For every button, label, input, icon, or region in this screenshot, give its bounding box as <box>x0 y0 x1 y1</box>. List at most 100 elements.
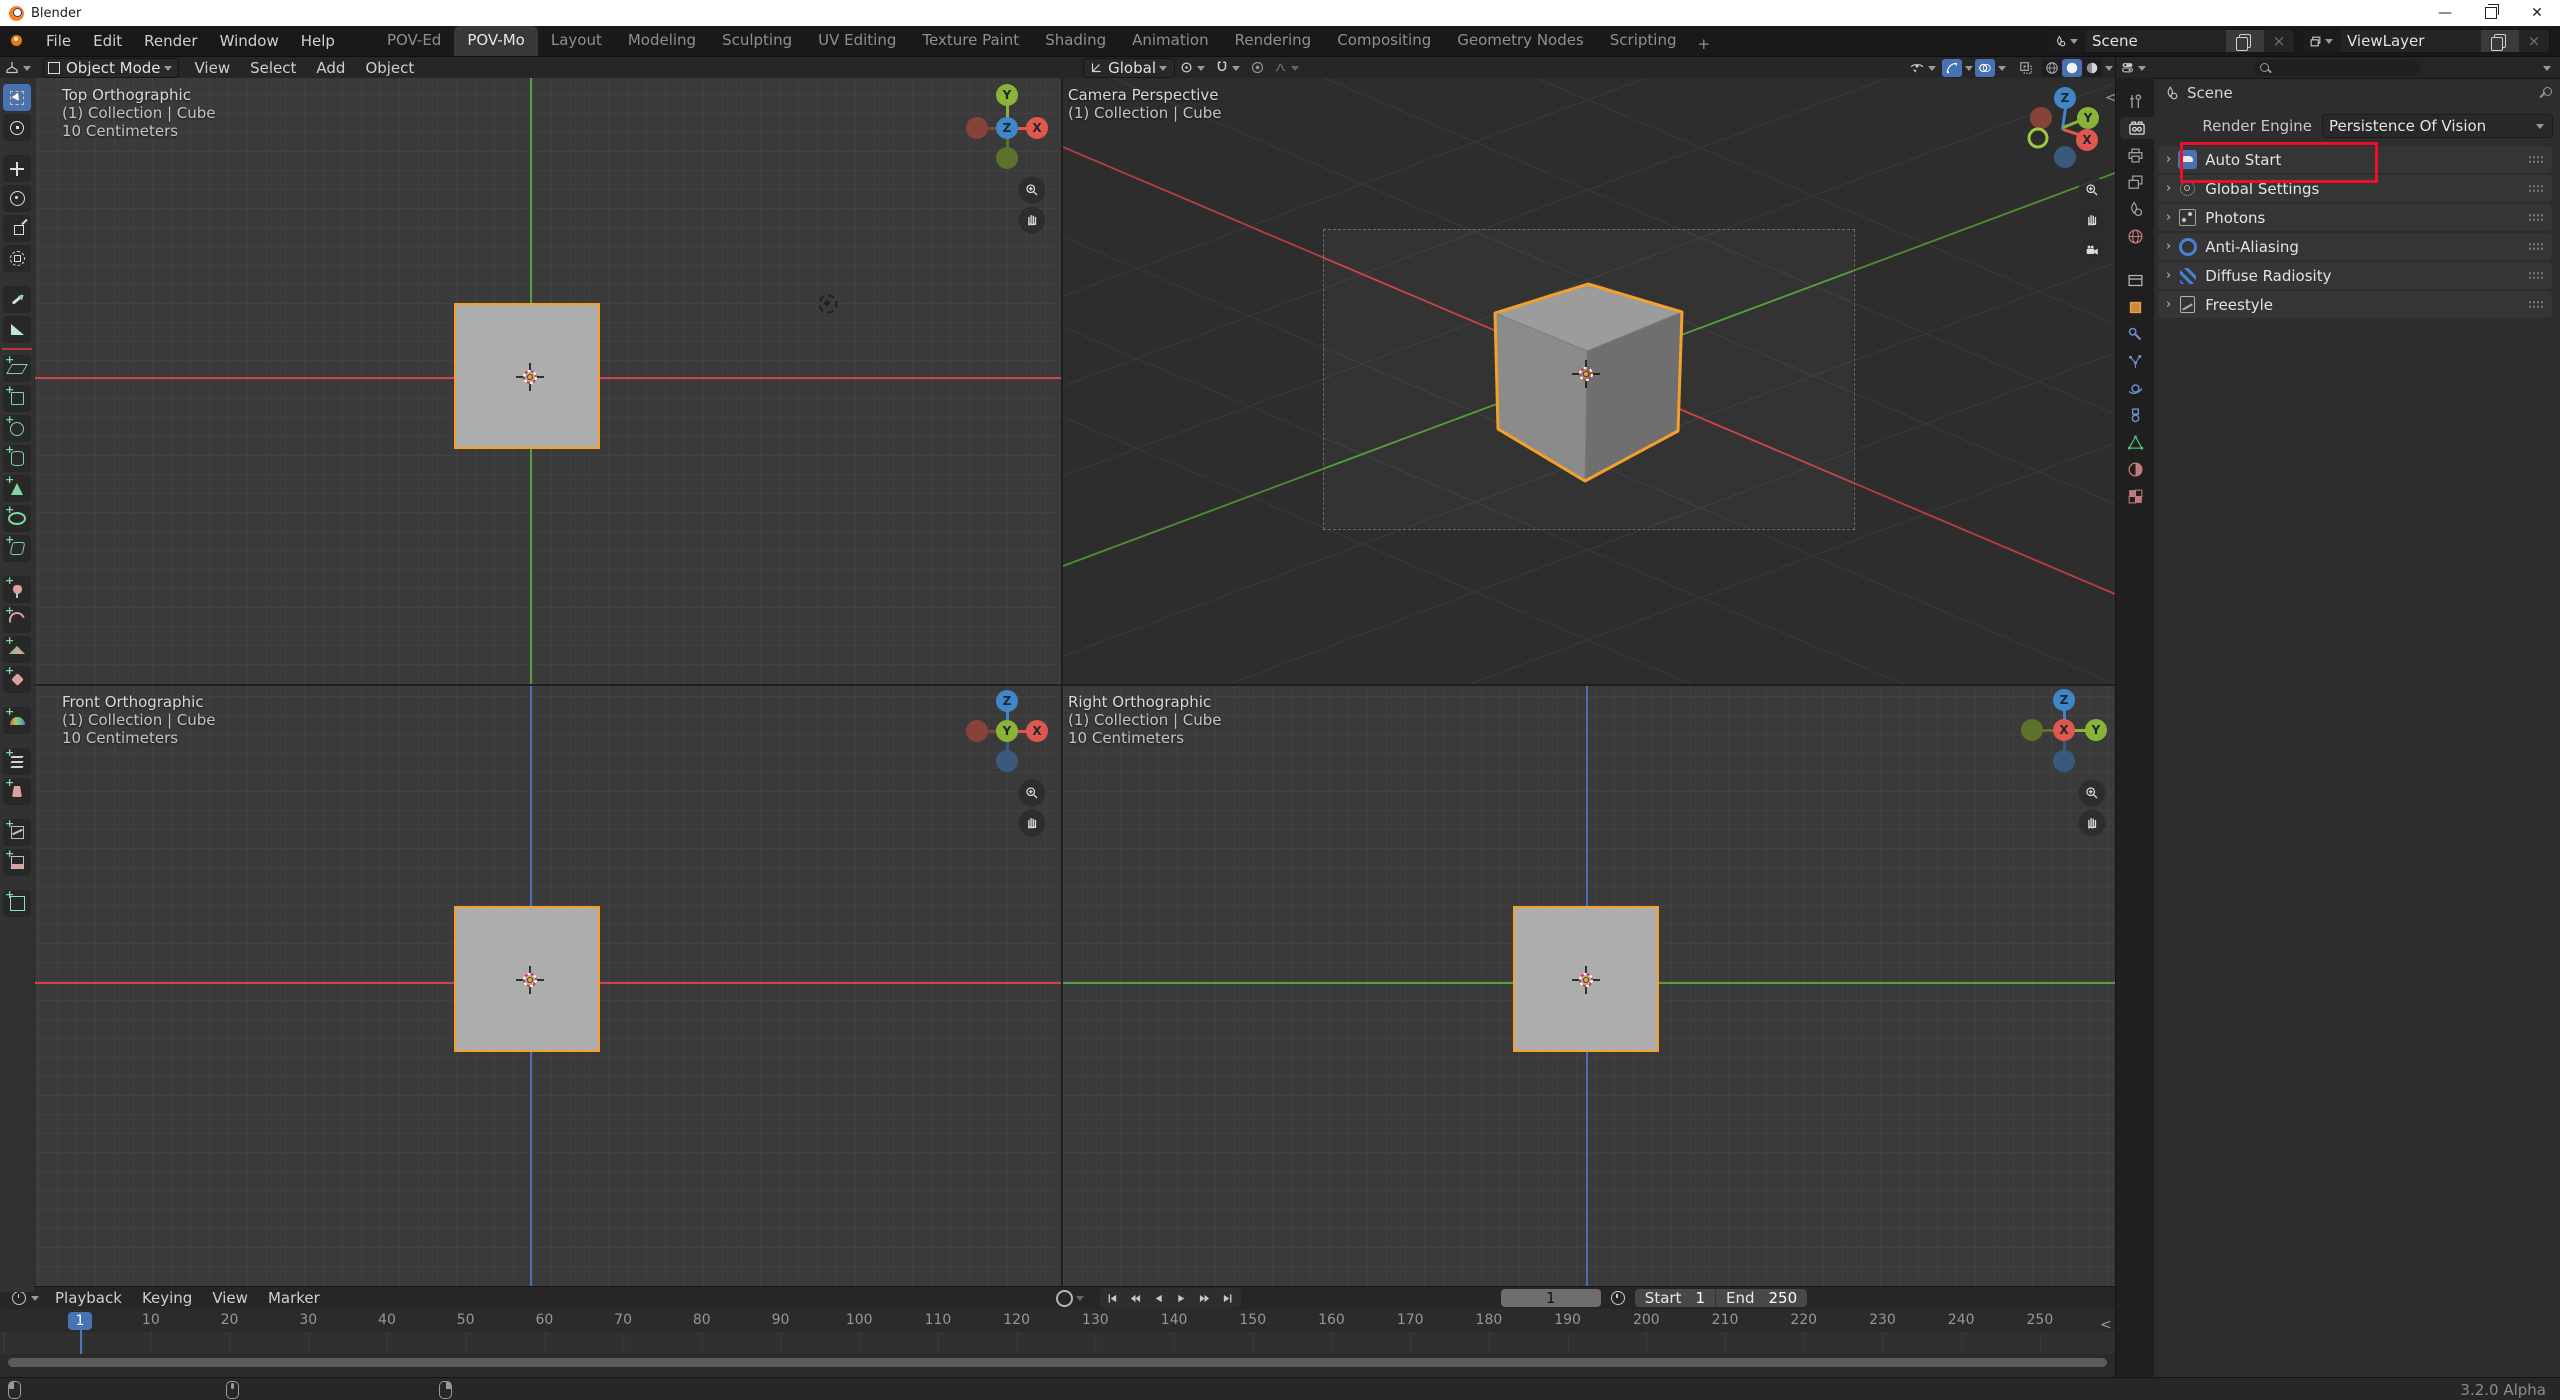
show-hide-button[interactable] <box>1905 57 1942 78</box>
add-workspace-button[interactable]: + <box>1689 30 1720 53</box>
overlays-toggle[interactable] <box>1975 59 1995 77</box>
camera-view-button[interactable] <box>2079 237 2106 264</box>
tool-add-blob[interactable] <box>3 576 31 603</box>
tab-constraints[interactable] <box>2120 404 2150 426</box>
tool-transform[interactable] <box>3 245 31 272</box>
expand-chevron-icon[interactable]: › <box>2166 181 2171 196</box>
tab-material[interactable] <box>2120 458 2150 480</box>
workspace-tab[interactable]: Rendering <box>1222 26 1325 56</box>
expand-chevron-icon[interactable]: › <box>2166 210 2171 225</box>
auto-keying-toggle[interactable] <box>1056 1290 1073 1307</box>
scene-selector[interactable]: Scene × <box>2047 29 2295 53</box>
workspace-tab[interactable]: POV-Mo <box>454 26 538 56</box>
xray-toggle[interactable] <box>2016 59 2036 77</box>
workspace-tab[interactable]: Animation <box>1119 26 1221 56</box>
tool-add-cube[interactable] <box>3 385 31 412</box>
tab-collection[interactable] <box>2120 269 2150 291</box>
pan-button[interactable] <box>2079 207 2106 234</box>
viewport-menu-item[interactable]: View <box>185 59 241 77</box>
pin-icon[interactable] <box>2537 86 2551 100</box>
menu-item[interactable]: Help <box>290 32 346 50</box>
tool-add-liquid[interactable] <box>3 849 31 876</box>
tab-particles[interactable] <box>2120 350 2150 372</box>
tab-scene[interactable] <box>2120 198 2150 220</box>
breadcrumb-label[interactable]: Scene <box>2187 84 2233 102</box>
viewport-vertical-divider[interactable] <box>1061 78 1063 1286</box>
workspace-tab[interactable]: Compositing <box>1324 26 1444 56</box>
tool-add-plane[interactable] <box>3 355 31 382</box>
tool-add-spring[interactable] <box>3 748 31 775</box>
gizmo-minus-x-axis[interactable] <box>2030 107 2052 129</box>
jump-to-start-button[interactable] <box>1102 1289 1124 1307</box>
playhead[interactable] <box>80 1327 82 1354</box>
gizmo-y-axis[interactable]: Y <box>2085 719 2107 741</box>
expand-chevron-icon[interactable]: › <box>2166 297 2171 312</box>
tool-add-rounded-box[interactable] <box>3 535 31 562</box>
tool-add-terrain[interactable] <box>3 636 31 663</box>
new-viewlayer-button[interactable] <box>2481 30 2519 52</box>
drag-handle-icon[interactable] <box>2528 184 2544 193</box>
pan-button[interactable] <box>1019 207 1046 234</box>
viewport-camera[interactable]: Camera Perspective (1) Collection | Cube… <box>1063 78 2115 684</box>
editor-type-button[interactable] <box>0 57 37 78</box>
menu-item[interactable]: Render <box>133 32 208 50</box>
minimize-button[interactable]: — <box>2422 0 2468 26</box>
zoom-button[interactable] <box>1019 780 1046 807</box>
gizmo-z-axis[interactable]: Z <box>2054 87 2076 109</box>
maximize-button[interactable] <box>2468 0 2514 26</box>
tab-output[interactable] <box>2120 144 2150 166</box>
timeline-ruler[interactable]: 1102030405060708090100110120130140150160… <box>0 1309 2115 1333</box>
tool-add-torus[interactable] <box>3 505 31 532</box>
menu-item[interactable]: Window <box>209 32 290 50</box>
jump-to-end-button[interactable] <box>1217 1289 1239 1307</box>
drag-handle-icon[interactable] <box>2528 213 2544 222</box>
tool-annotate[interactable] <box>3 286 31 313</box>
tool-cursor[interactable] <box>3 114 31 141</box>
gizmo-minus-x-axis[interactable] <box>966 117 988 139</box>
next-keyframe-button[interactable] <box>1194 1289 1216 1307</box>
remove-scene-button[interactable]: × <box>2264 30 2294 52</box>
viewport-menu-item[interactable]: Object <box>355 59 424 77</box>
gizmo-minus-z-axis[interactable] <box>2054 146 2076 168</box>
timeline-track[interactable] <box>0 1332 2115 1354</box>
gizmo-minus-z-axis[interactable] <box>2053 750 2075 772</box>
panel-global-settings[interactable]: › Global Settings <box>2158 175 2552 202</box>
zoom-button[interactable] <box>2079 177 2106 204</box>
viewport-top[interactable]: Top Orthographic (1) Collection | Cube 1… <box>0 78 1061 684</box>
gizmo-minus-y-axis[interactable] <box>2021 719 2043 741</box>
gizmo-y-axis[interactable]: Y <box>996 720 1018 742</box>
panel-anti-aliasing[interactable]: › Anti-Aliasing <box>2158 233 2552 260</box>
shading-wireframe-button[interactable] <box>2042 59 2062 77</box>
sidebar-collapse-arrow[interactable]: < <box>2105 90 2115 106</box>
viewlayer-selector[interactable]: ViewLayer × <box>2302 29 2550 53</box>
menu-item[interactable]: Edit <box>82 32 133 50</box>
shading-material-button[interactable] <box>2082 59 2102 77</box>
expand-chevron-icon[interactable]: › <box>2166 152 2171 167</box>
timeline-collapse-arrow[interactable]: < <box>2100 1317 2112 1333</box>
gizmo-z-axis[interactable]: Z <box>996 690 1018 712</box>
tool-add-isosurface[interactable] <box>3 819 31 846</box>
workspace-tab[interactable]: Scripting <box>1597 26 1690 56</box>
gizmo-minus-y-axis[interactable] <box>2028 128 2049 149</box>
pan-button[interactable] <box>2079 810 2106 837</box>
viewport-horizontal-divider[interactable] <box>0 684 2115 686</box>
drag-handle-icon[interactable] <box>2528 155 2544 164</box>
start-frame-field[interactable]: Start1 <box>1635 1289 1715 1307</box>
tool-add-curve[interactable] <box>3 606 31 633</box>
timeline-scrollbar[interactable] <box>8 1358 2107 1367</box>
tool-add-wire-box[interactable] <box>3 890 31 917</box>
viewport-right[interactable]: Right Orthographic (1) Collection | Cube… <box>1063 686 2115 1286</box>
gizmo-x-axis[interactable]: X <box>1026 720 1048 742</box>
remove-viewlayer-button[interactable]: × <box>2519 30 2549 52</box>
gizmo-minus-z-axis[interactable] <box>996 750 1018 772</box>
end-frame-field[interactable]: End250 <box>1716 1289 1807 1307</box>
panel-auto-start[interactable]: › Auto Start <box>2158 146 2552 173</box>
viewport-menu-item[interactable]: Select <box>240 59 306 77</box>
panel-freestyle[interactable]: › Freestyle <box>2158 291 2552 318</box>
play-button[interactable] <box>1171 1289 1193 1307</box>
gizmo-z-axis[interactable]: Z <box>996 117 1018 139</box>
workspace-tab[interactable]: POV-Ed <box>374 26 454 56</box>
zoom-button[interactable] <box>1019 177 1046 204</box>
tab-tool[interactable] <box>2120 90 2150 112</box>
viewport-menu-item[interactable]: Add <box>306 59 355 77</box>
